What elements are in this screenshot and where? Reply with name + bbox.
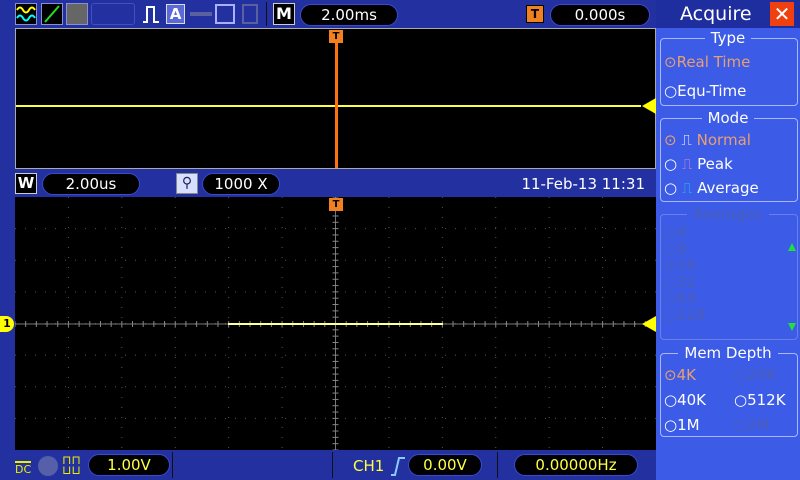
option-label: Average: [697, 179, 759, 197]
option-label: 4K: [676, 366, 696, 384]
trigger-source[interactable]: CH1: [353, 457, 384, 475]
ch1-trace: [228, 323, 443, 325]
trigger-level-arrow-main: [642, 316, 656, 332]
averages-option-128: ○128: [664, 305, 706, 324]
average-icon: ⎍: [681, 179, 693, 197]
trigger-position-readout[interactable]: 0.000s: [550, 4, 650, 26]
averages-option-64: ○64: [664, 289, 697, 307]
mode-peak[interactable]: ○ ⎍ Peak: [664, 155, 733, 173]
ch1-ground-marker[interactable]: 1: [0, 316, 14, 332]
mem-4k[interactable]: ⊙4K: [664, 366, 696, 384]
save-icon: [215, 4, 235, 24]
menu-key[interactable]: M: [273, 3, 295, 25]
averages-option-8: ○8: [664, 239, 687, 258]
coupling-dc-icon[interactable]: DC: [15, 461, 32, 476]
datetime: 11-Feb-13 11:31: [521, 175, 645, 193]
averages-title: Averages: [687, 205, 769, 223]
option-label: Equ-Time: [677, 82, 747, 100]
averages-option-4: ○4: [664, 223, 687, 241]
averages-option-32: ○32: [664, 272, 697, 291]
ch1-scale-readout[interactable]: 1.00V: [88, 454, 170, 476]
option-label: 128: [677, 305, 706, 324]
option-label: 32: [677, 272, 697, 291]
type-equ-time[interactable]: ○Equ-Time: [664, 82, 746, 100]
trigger-marker-top: T: [329, 30, 343, 43]
ref-icon[interactable]: [66, 3, 88, 25]
zoom-factor-readout[interactable]: 1000 X: [202, 173, 280, 195]
option-label: Real Time: [676, 53, 751, 71]
acquire-normal-icon: [142, 4, 162, 24]
math-icon[interactable]: [41, 3, 63, 25]
mode-average[interactable]: ○ ⎍ Average: [664, 179, 759, 197]
type-real-time[interactable]: ⊙Real Time: [664, 53, 750, 71]
scroll-down-icon[interactable]: [788, 323, 796, 331]
peak-icon: ⎍: [681, 155, 693, 173]
rising-edge-icon: [390, 456, 406, 480]
mem-512k[interactable]: ○512K: [734, 391, 786, 409]
ch1-trace-overview: [16, 105, 641, 107]
divider: [332, 452, 333, 478]
divider: [497, 452, 498, 478]
overview-screen: T: [15, 28, 656, 169]
mem-2m: ○2M: [734, 416, 770, 434]
option-label: 1M: [677, 416, 700, 434]
zoom-window-marker: [335, 41, 338, 168]
probe-icon: ⊓⊓ ⊔⊔: [62, 453, 81, 477]
mem-20k: ○20K: [734, 366, 777, 384]
close-button[interactable]: ✕: [770, 2, 794, 26]
mem-1m[interactable]: ○1M: [664, 416, 700, 434]
trigger-level-arrow: [642, 98, 656, 114]
trigger-pos-icon: T: [526, 5, 544, 23]
bandwidth-limit-icon: [38, 456, 58, 476]
mode-title: Mode: [701, 109, 755, 127]
averages-option-16: ⊙16: [664, 256, 696, 274]
option-label: 2M: [747, 416, 770, 434]
empty-slot: [91, 3, 135, 25]
divider: [172, 452, 173, 478]
trigger-marker-main: T: [329, 198, 343, 211]
option-label: 40K: [677, 391, 707, 409]
divider: [266, 2, 267, 26]
option-label: 8: [677, 239, 687, 258]
option-label: Peak: [697, 155, 733, 173]
normal-icon: ⎍: [681, 131, 692, 149]
window-timebase-readout[interactable]: 2.00us: [42, 173, 140, 195]
option-label: 64: [677, 289, 697, 307]
type-title: Type: [704, 29, 752, 47]
channel-waveform-icon[interactable]: [15, 3, 37, 25]
option-label: 4: [677, 223, 687, 241]
zoom-magnifier-icon: ⚲: [176, 173, 198, 194]
window-key[interactable]: W: [15, 173, 37, 194]
main-screen: T: [14, 196, 657, 451]
mode-normal[interactable]: ⊙ ⎍ Normal: [664, 131, 751, 149]
mem-depth-title: Mem Depth: [678, 344, 778, 362]
option-label: 20K: [747, 366, 777, 384]
trigger-level-readout[interactable]: 0.00V: [408, 454, 482, 476]
scroll-up-icon[interactable]: [788, 243, 796, 251]
timebase-readout[interactable]: 2.00ms: [300, 4, 398, 26]
frequency-readout: 0.00000Hz: [514, 454, 638, 476]
key-lock-icon: [190, 12, 212, 16]
mem-40k[interactable]: ○40K: [664, 391, 706, 409]
option-label: 16: [676, 256, 696, 274]
acquire-menu: Acquire ✕ Type ⊙Real Time ○Equ-Time Mode…: [656, 0, 800, 480]
option-label: Normal: [696, 131, 751, 149]
option-label: 512K: [747, 391, 786, 409]
printer-icon: [242, 4, 258, 24]
auto-icon: A: [166, 4, 185, 24]
